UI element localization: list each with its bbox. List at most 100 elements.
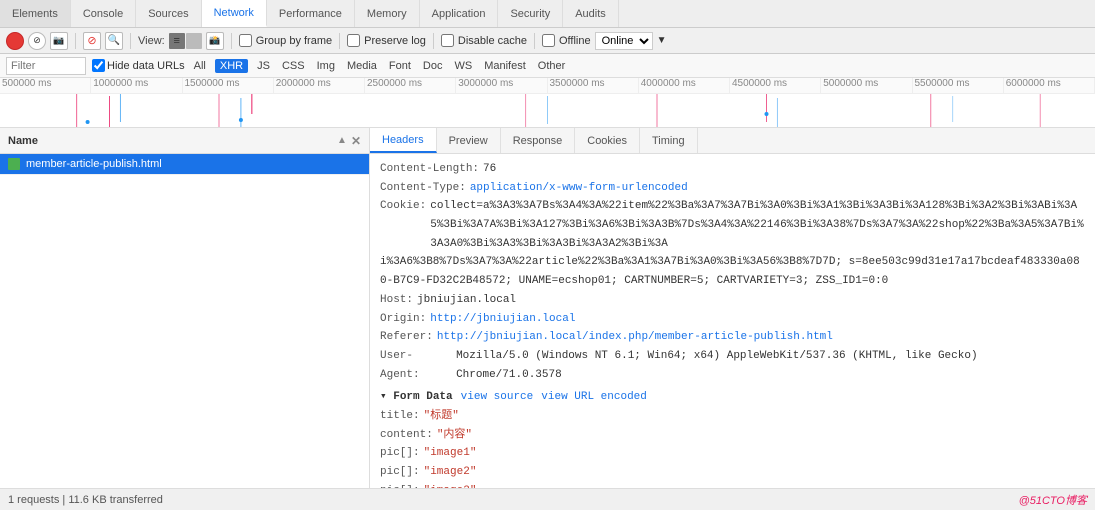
disable-cache-checkbox[interactable] bbox=[441, 34, 454, 47]
tab-console[interactable]: Console bbox=[71, 0, 136, 27]
right-tabs: Headers Preview Response Cookies Timing bbox=[370, 128, 1095, 154]
header-key: Cookie: bbox=[380, 197, 426, 253]
timeline: 500000 ms 1000000 ms 1500000 ms 2000000 … bbox=[0, 78, 1095, 128]
filter-all[interactable]: All bbox=[191, 59, 209, 73]
tab-bar: Elements Console Sources Network Perform… bbox=[0, 0, 1095, 28]
form-data-title: ▾ Form Data bbox=[380, 388, 453, 407]
right-panel: Headers Preview Response Cookies Timing … bbox=[370, 128, 1095, 488]
search-button[interactable]: 🔍 bbox=[105, 32, 123, 50]
form-val: "image3" bbox=[424, 482, 477, 488]
tab-elements[interactable]: Elements bbox=[0, 0, 71, 27]
tab-response[interactable]: Response bbox=[501, 128, 576, 153]
header-content-length: Content-Length: 76 bbox=[380, 160, 1085, 179]
close-panel-button[interactable]: ✕ bbox=[351, 134, 361, 148]
header-key: Origin: bbox=[380, 310, 426, 329]
filter-doc[interactable]: Doc bbox=[420, 59, 446, 73]
list-item[interactable]: member-article-publish.html bbox=[0, 154, 369, 175]
tab-timing[interactable]: Timing bbox=[640, 128, 698, 153]
form-val: "image1" bbox=[424, 444, 477, 463]
filter-row: Hide data URLs All XHR JS CSS Img Media … bbox=[0, 54, 1095, 78]
form-key: title: bbox=[380, 407, 420, 426]
filter-css[interactable]: CSS bbox=[279, 59, 308, 73]
online-select[interactable]: Online bbox=[595, 32, 653, 50]
left-panel-header: Name ▲ ✕ bbox=[0, 128, 369, 154]
preserve-log-label[interactable]: Preserve log bbox=[347, 34, 426, 47]
filter-font[interactable]: Font bbox=[386, 59, 414, 73]
tab-network[interactable]: Network bbox=[202, 0, 267, 27]
file-name: member-article-publish.html bbox=[26, 158, 162, 170]
header-val: i%3A6%3B8%7Ds%3A7%3A%22article%22%3Ba%3A… bbox=[380, 253, 1080, 272]
timeline-label-2: 1500000 ms bbox=[183, 78, 274, 93]
timeline-label-7: 4000000 ms bbox=[639, 78, 730, 93]
filter-input[interactable] bbox=[6, 57, 86, 75]
group-by-frame-label[interactable]: Group by frame bbox=[239, 34, 332, 47]
screenshot-button[interactable]: 📸 bbox=[206, 32, 224, 50]
tab-preview[interactable]: Preview bbox=[437, 128, 501, 153]
timeline-label-5: 3000000 ms bbox=[456, 78, 547, 93]
hide-data-urls-checkbox[interactable] bbox=[92, 59, 105, 72]
header-val: http://jbniujian.local bbox=[430, 310, 575, 329]
offline-checkbox[interactable] bbox=[542, 34, 555, 47]
view-list-icon[interactable]: ≡ bbox=[169, 33, 185, 49]
tab-security[interactable]: Security bbox=[498, 0, 563, 27]
disable-cache-label[interactable]: Disable cache bbox=[441, 34, 527, 47]
header-val: 76 bbox=[483, 160, 496, 179]
view-source-link[interactable]: view source bbox=[461, 388, 534, 407]
separator bbox=[75, 33, 76, 49]
clear-button[interactable]: ⊘ bbox=[28, 32, 46, 50]
timeline-label-4: 2500000 ms bbox=[365, 78, 456, 93]
sort-arrow-icon[interactable]: ▲ bbox=[337, 135, 347, 146]
filter-button[interactable]: ⊘ bbox=[83, 32, 101, 50]
header-val: collect=a%3A3%3A7Bs%3A4%3A%22item%22%3Ba… bbox=[430, 197, 1085, 253]
hide-data-urls-label[interactable]: Hide data URLs bbox=[92, 59, 185, 72]
filter-img[interactable]: Img bbox=[314, 59, 338, 73]
preserve-log-checkbox[interactable] bbox=[347, 34, 360, 47]
tab-memory[interactable]: Memory bbox=[355, 0, 420, 27]
header-key: Content-Type: bbox=[380, 179, 466, 198]
form-val: "内容" bbox=[437, 426, 472, 445]
camera-button[interactable]: 📷 bbox=[50, 32, 68, 50]
tab-performance[interactable]: Performance bbox=[267, 0, 355, 27]
form-key: pic[]: bbox=[380, 482, 420, 488]
timeline-label-8: 4500000 ms bbox=[730, 78, 821, 93]
name-column-header: Name bbox=[8, 135, 38, 147]
tab-sources[interactable]: Sources bbox=[136, 0, 201, 27]
header-key: Content-Length: bbox=[380, 160, 479, 179]
header-referer: Referer: http://jbniujian.local/index.ph… bbox=[380, 328, 1085, 347]
separator6 bbox=[534, 33, 535, 49]
offline-label[interactable]: Offline bbox=[542, 34, 591, 47]
header-origin: Origin: http://jbniujian.local bbox=[380, 310, 1085, 329]
group-by-frame-checkbox[interactable] bbox=[239, 34, 252, 47]
timeline-label-6: 3500000 ms bbox=[548, 78, 639, 93]
filter-js[interactable]: JS bbox=[254, 59, 273, 73]
timeline-label-11: 6000000 ms bbox=[1004, 78, 1095, 93]
filter-ws[interactable]: WS bbox=[451, 59, 475, 73]
record-button[interactable] bbox=[6, 32, 24, 50]
tab-cookies[interactable]: Cookies bbox=[575, 128, 640, 153]
form-val: "标题" bbox=[424, 407, 459, 426]
header-val: http://jbniujian.local/index.php/member-… bbox=[437, 328, 833, 347]
filter-manifest[interactable]: Manifest bbox=[481, 59, 529, 73]
form-row-title: title: "标题" bbox=[380, 407, 1085, 426]
view-url-encoded-link[interactable]: view URL encoded bbox=[541, 388, 647, 407]
view-icons: ≡ bbox=[169, 33, 202, 49]
left-panel: Name ▲ ✕ member-article-publish.html bbox=[0, 128, 370, 488]
separator3 bbox=[231, 33, 232, 49]
watermark: @51CTO博客 bbox=[1019, 492, 1087, 508]
tab-headers[interactable]: Headers bbox=[370, 128, 437, 153]
header-key: Host: bbox=[380, 291, 413, 310]
tab-audits[interactable]: Audits bbox=[563, 0, 619, 27]
view-large-icon[interactable] bbox=[186, 33, 202, 49]
timeline-label-1: 1000000 ms bbox=[91, 78, 182, 93]
filter-other[interactable]: Other bbox=[535, 59, 569, 73]
form-key: content: bbox=[380, 426, 433, 445]
online-dropdown-arrow[interactable]: ▼ bbox=[657, 35, 667, 46]
header-key: Referer: bbox=[380, 328, 433, 347]
status-info: 1 requests | 11.6 KB transferred bbox=[8, 494, 163, 506]
filter-xhr[interactable]: XHR bbox=[215, 59, 248, 73]
filter-media[interactable]: Media bbox=[344, 59, 380, 73]
timeline-label-10: 5500000 ms bbox=[913, 78, 1004, 93]
right-content: Content-Length: 76 Content-Type: applica… bbox=[370, 154, 1095, 488]
tab-application[interactable]: Application bbox=[420, 0, 499, 27]
timeline-label-3: 2000000 ms bbox=[274, 78, 365, 93]
